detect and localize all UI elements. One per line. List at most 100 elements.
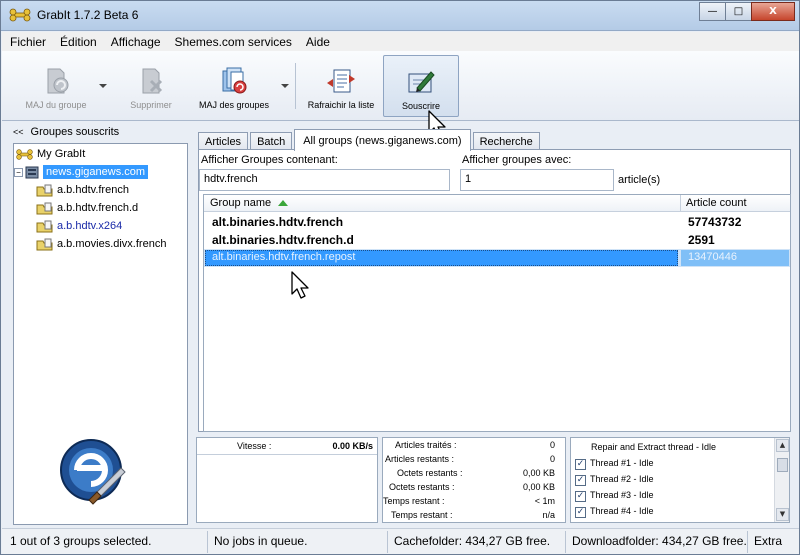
tree-item-group[interactable]: a.b.hdtv.french <box>36 181 129 199</box>
maj-des-groupes-label: MAJ des groupes <box>198 100 270 110</box>
transfer-stats-panel: Articles traités : 0 Articles restants :… <box>382 437 566 523</box>
update-group-icon <box>47 68 69 94</box>
souscrire-button[interactable]: Souscrire <box>383 55 459 117</box>
tab-articles[interactable]: Articles <box>198 132 249 150</box>
subscribed-groups-header: << Groupes souscrits <box>7 123 188 141</box>
tree-item-group[interactable]: a.b.hdtv.x264 <box>36 217 122 235</box>
group-folder-icon <box>36 238 53 250</box>
maj-groupe-dropdown-icon[interactable] <box>99 84 107 88</box>
stat-value: 0,00 KB <box>522 482 555 492</box>
table-row[interactable]: alt.binaries.hdtv.french.d 2591 <box>204 231 790 249</box>
subscribed-groups-title: Groupes souscrits <box>30 126 120 138</box>
tree-item-server[interactable]: − news.giganews.com <box>14 163 149 181</box>
download-folder-status: Downloadfolder: 434,27 GB free. <box>566 531 748 553</box>
close-button[interactable]: X <box>751 2 795 21</box>
menu-fichier[interactable]: Fichier <box>10 35 46 49</box>
scroll-thumb[interactable] <box>777 458 788 472</box>
stat-label: Temps restant : <box>383 496 445 506</box>
maj-des-groupes-button[interactable]: MAJ des groupes <box>192 55 276 117</box>
thread-checkbox[interactable]: ✓ <box>575 491 586 502</box>
grabit-bone-icon <box>16 148 33 160</box>
article-min-input[interactable]: 1 <box>460 169 614 191</box>
grabit-bone-icon <box>9 8 31 22</box>
maximize-button[interactable]: □ <box>725 2 752 21</box>
speed-divider <box>197 454 377 455</box>
menu-edition[interactable]: Édition <box>60 35 97 49</box>
stats-area: Vitesse : 0.00 KB/s Articles traités : 0… <box>194 437 792 524</box>
tree-item-group[interactable]: a.b.movies.divx.french <box>36 235 166 253</box>
tree-label-selected: news.giganews.com <box>43 165 149 179</box>
menu-aide[interactable]: Aide <box>306 35 330 49</box>
stat-value: 0 <box>549 454 555 464</box>
group-name-cell: alt.binaries.hdtv.french <box>212 215 344 229</box>
toolbar-separator <box>295 63 296 109</box>
column-article-count[interactable]: Article count <box>686 197 747 209</box>
sort-ascending-icon <box>278 200 288 206</box>
thread-label: Thread #3 - Idle <box>590 490 654 500</box>
main-pane: Articles Batch All groups (news.giganews… <box>193 123 793 432</box>
tree-label: a.b.hdtv.x264 <box>57 220 123 232</box>
contain-label: Afficher Groupes contenant: <box>201 154 338 166</box>
menu-bar: Fichier Édition Affichage Shemes.com ser… <box>2 32 799 51</box>
article-count-cell: 57743732 <box>688 215 742 229</box>
tree-label: My GrabIt <box>37 148 86 160</box>
tab-recherche[interactable]: Recherche <box>472 132 540 150</box>
refresh-list-icon <box>327 69 355 93</box>
thread-label: Thread #4 - Idle <box>590 506 654 516</box>
update-groups-icon <box>222 67 247 94</box>
stat-label: Octets restants : <box>389 482 455 492</box>
subscribe-pen-icon <box>408 71 435 93</box>
tab-all-groups[interactable]: All groups (news.giganews.com) <box>294 129 471 151</box>
table-row[interactable]: alt.binaries.hdtv.french 57743732 <box>204 213 790 231</box>
thread-label: Thread #2 - Idle <box>590 474 654 484</box>
maj-groupe-button[interactable]: MAJ du groupe <box>16 55 96 117</box>
rafraichir-button[interactable]: Rafraichir la liste <box>302 55 380 117</box>
selection-status: 1 out of 3 groups selected. <box>4 531 208 553</box>
toolbar: MAJ du groupe Supprimer MAJ des groupes <box>2 51 799 121</box>
group-folder-icon <box>36 202 53 214</box>
thread-checkbox[interactable]: ✓ <box>575 507 586 518</box>
tree-label: a.b.movies.divx.french <box>57 238 167 250</box>
queue-status: No jobs in queue. <box>208 531 388 553</box>
minimize-button[interactable]: — <box>699 2 726 21</box>
tab-batch[interactable]: Batch <box>250 132 293 150</box>
table-row-selected[interactable]: alt.binaries.hdtv.french.repost 13470446 <box>204 249 790 267</box>
repair-thread-status: Repair and Extract thread - Idle <box>591 442 717 452</box>
menu-shemes-services[interactable]: Shemes.com services <box>175 35 292 49</box>
group-filter-input[interactable]: hdtv.french <box>199 169 450 191</box>
threads-scrollbar[interactable]: ▲ ▼ <box>774 438 789 522</box>
article-count-cell: 2591 <box>688 233 715 247</box>
cache-folder-status: Cachefolder: 434,27 GB free. <box>388 531 566 553</box>
menu-affichage[interactable]: Affichage <box>111 35 161 49</box>
stat-value: 0 <box>549 440 555 450</box>
title-bar[interactable]: GrabIt 1.7.2 Beta 6 — □ X <box>1 1 799 31</box>
stat-value: < 1m <box>534 496 555 506</box>
thread-checkbox[interactable]: ✓ <box>575 459 586 470</box>
stat-label: Articles traités : <box>395 440 457 450</box>
stat-label: Articles restants : <box>385 454 455 464</box>
tree-item-my-grabit[interactable]: My GrabIt <box>16 145 85 163</box>
scroll-up-icon[interactable]: ▲ <box>776 439 789 452</box>
status-bar: 1 out of 3 groups selected. No jobs in q… <box>2 528 799 554</box>
column-divider[interactable] <box>680 195 681 212</box>
article-count-cell: 13470446 <box>688 251 737 263</box>
scroll-down-icon[interactable]: ▼ <box>776 508 789 521</box>
groups-table[interactable]: Group name Article count alt.binaries.hd… <box>203 194 791 432</box>
collapse-icon[interactable]: − <box>14 167 23 177</box>
all-groups-panel: Afficher Groupes contenant: hdtv.french … <box>198 149 791 432</box>
rafraichir-label: Rafraichir la liste <box>307 100 375 110</box>
article-min-label: Afficher groupes avec: <box>462 154 572 166</box>
threads-panel: Repair and Extract thread - Idle ✓ Threa… <box>570 437 790 523</box>
supprimer-button[interactable]: Supprimer <box>116 55 186 117</box>
tree-item-group[interactable]: a.b.hdtv.french.d <box>36 199 138 217</box>
column-group-name[interactable]: Group name <box>210 197 271 209</box>
speed-panel: Vitesse : 0.00 KB/s <box>196 437 378 523</box>
thread-checkbox[interactable]: ✓ <box>575 475 586 486</box>
stat-label: Octets restants : <box>397 468 463 478</box>
group-name-cell: alt.binaries.hdtv.french.d <box>212 233 354 247</box>
tab-strip: Articles Batch All groups (news.giganews… <box>198 128 542 151</box>
souscrire-label: Souscrire <box>401 101 440 111</box>
collapse-pane-icon[interactable]: << <box>13 127 24 137</box>
grabit-logo-icon <box>60 439 126 505</box>
maj-des-groupes-dropdown-icon[interactable] <box>281 84 289 88</box>
